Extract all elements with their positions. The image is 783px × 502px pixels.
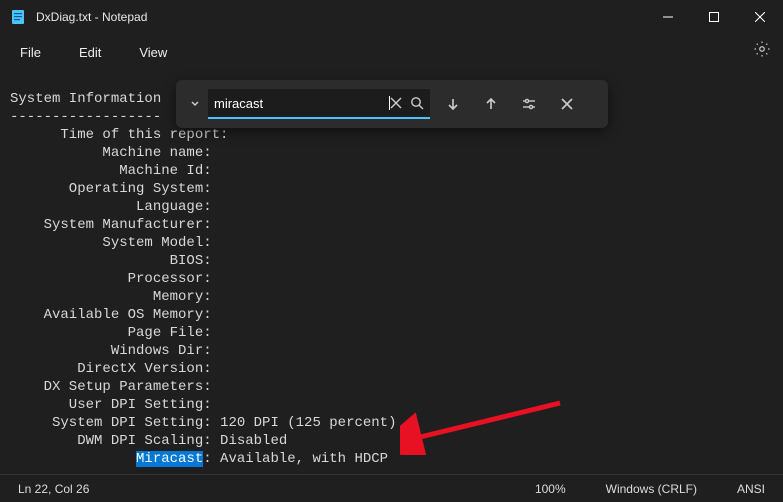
status-cursor-position: Ln 22, Col 26 — [18, 482, 89, 496]
status-encoding: ANSI — [737, 482, 765, 496]
maximize-button[interactable] — [691, 0, 737, 34]
line-language: Language: — [10, 199, 212, 215]
line-sys-dpi-label: System DPI Setting: — [10, 415, 220, 431]
find-expand-toggle[interactable] — [182, 98, 208, 110]
status-zoom: 100% — [535, 482, 566, 496]
line-miracast-post: : Available, with HDCP — [203, 451, 388, 467]
notepad-icon — [10, 9, 26, 25]
window-controls — [645, 0, 783, 34]
find-options-button[interactable] — [510, 96, 548, 112]
line-machine-id: Machine Id: — [10, 163, 212, 179]
find-prev-button[interactable] — [472, 97, 510, 111]
find-input-wrapper — [208, 89, 430, 119]
line-dashes: ------------------ — [10, 109, 161, 125]
title-bar: DxDiag.txt - Notepad — [0, 0, 783, 34]
status-bar: Ln 22, Col 26 100% Windows (CRLF) ANSI — [0, 474, 783, 502]
line-dwm-value: Disabled — [220, 433, 287, 449]
search-match-highlight: Miracast — [136, 451, 203, 467]
menu-edit[interactable]: Edit — [67, 39, 113, 66]
line-sys-model: System Model: — [10, 235, 212, 251]
line-sys-manufacturer: System Manufacturer: — [10, 217, 212, 233]
clear-input-button[interactable] — [390, 96, 402, 110]
window-title: DxDiag.txt - Notepad — [36, 10, 645, 24]
line-os: Operating System: — [10, 181, 212, 197]
line-time: Time of this report: — [10, 127, 228, 143]
line-bios: BIOS: — [10, 253, 212, 269]
line-user-dpi: User DPI Setting: — [10, 397, 212, 413]
menu-file[interactable]: File — [8, 39, 53, 66]
line-dx-setup: DX Setup Parameters: — [10, 379, 212, 395]
line-heading: System Information — [10, 91, 161, 107]
line-machine-name: Machine name: — [10, 145, 212, 161]
close-button[interactable] — [737, 0, 783, 34]
settings-button[interactable] — [753, 40, 771, 63]
search-icon[interactable] — [410, 96, 424, 110]
status-line-ending: Windows (CRLF) — [606, 482, 697, 496]
line-avail-memory: Available OS Memory: — [10, 307, 212, 323]
find-input[interactable] — [214, 96, 390, 111]
line-directx-version: DirectX Version: — [10, 361, 212, 377]
line-miracast-pre — [10, 451, 136, 467]
find-close-button[interactable] — [548, 98, 586, 110]
text-editor[interactable]: System Information ------------------ Ti… — [0, 70, 783, 478]
line-memory: Memory: — [10, 289, 212, 305]
line-sys-dpi-value: 120 DPI (125 percent) — [220, 415, 396, 431]
line-processor: Processor: — [10, 271, 212, 287]
line-pagefile: Page File: — [10, 325, 212, 341]
find-next-button[interactable] — [434, 97, 472, 111]
find-bar — [176, 80, 608, 128]
minimize-button[interactable] — [645, 0, 691, 34]
line-windows-dir: Windows Dir: — [10, 343, 212, 359]
menu-view[interactable]: View — [127, 39, 179, 66]
line-dwm-label: DWM DPI Scaling: — [10, 433, 220, 449]
menu-bar: File Edit View — [0, 34, 783, 70]
